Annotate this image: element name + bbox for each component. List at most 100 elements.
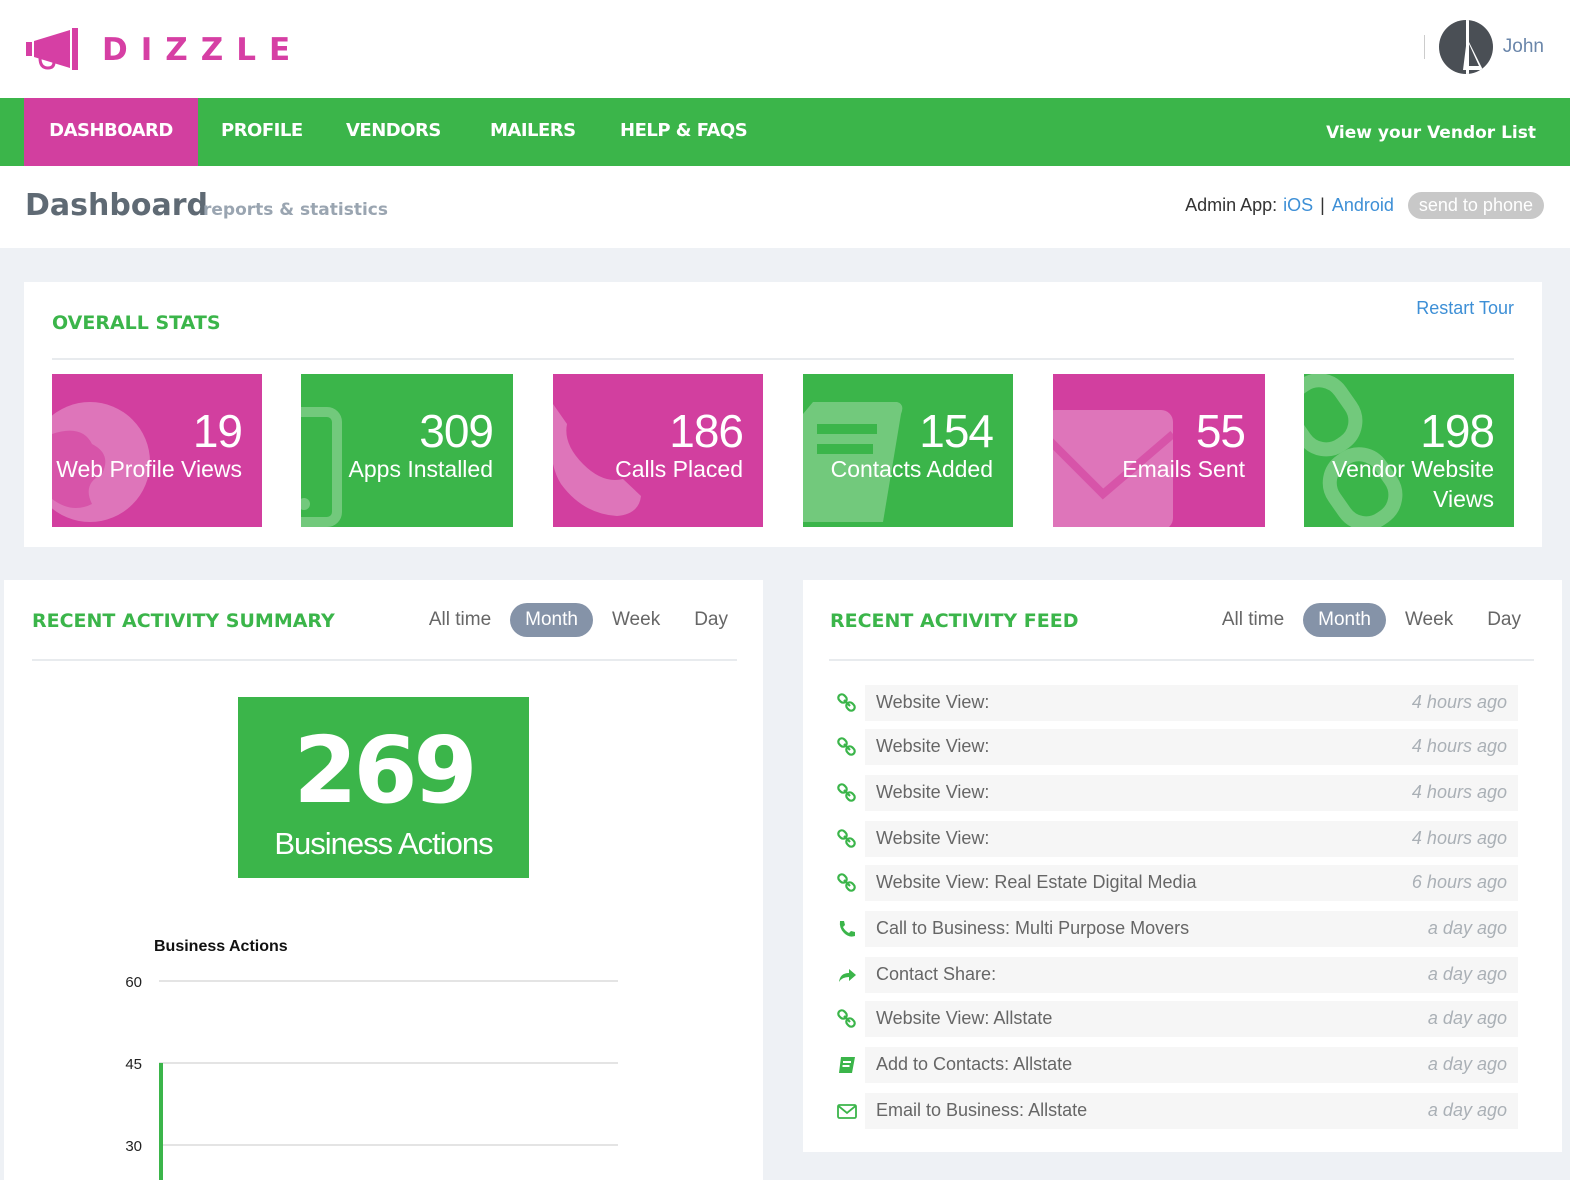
stat-label: Contacts Added — [830, 456, 993, 482]
feed-time-filter: All time Month Week Day — [1203, 603, 1536, 637]
stat-tile-emails-sent[interactable]: 55 Emails Sent — [1053, 374, 1265, 527]
nav-item-help-faqs[interactable]: HELP & FAQS — [620, 98, 748, 166]
page-title-bar: Dashboard reports & statistics Admin App… — [0, 166, 1570, 248]
divider — [52, 358, 1514, 360]
filter-week[interactable]: Week — [1390, 603, 1468, 637]
feed-item[interactable]: Add to Contacts: Allstate a day ago — [829, 1047, 1518, 1083]
user-name[interactable]: John — [1503, 36, 1544, 58]
recent-activity-summary-title: RECENT ACTIVITY SUMMARY — [32, 610, 335, 632]
feed-item-time: a day ago — [1427, 918, 1507, 938]
summary-time-filter: All time Month Week Day — [410, 603, 743, 637]
stat-value: 309 — [419, 405, 494, 457]
feed-item-time: a day ago — [1427, 1008, 1507, 1028]
filter-all-time[interactable]: All time — [414, 603, 506, 637]
filter-week[interactable]: Week — [597, 603, 675, 637]
nav-item-profile[interactable]: PROFILE — [221, 98, 303, 166]
feed-item-time: 4 hours ago — [1411, 692, 1507, 712]
link-icon — [837, 873, 857, 893]
recent-activity-summary-panel: RECENT ACTIVITY SUMMARY All time Month W… — [4, 580, 763, 1180]
stat-value: 198 — [1420, 405, 1495, 457]
nav-item-dashboard[interactable]: DASHBOARD — [24, 98, 198, 166]
nav-item-vendors[interactable]: VENDORS — [346, 98, 441, 166]
y-tick-label: 45 — [125, 1056, 142, 1073]
admin-app-links: Admin App: iOS | Android send to phone — [1185, 192, 1544, 219]
feed-item[interactable]: Website View: Real Estate Digital Media 6… — [829, 865, 1518, 901]
recent-activity-feed-panel: RECENT ACTIVITY FEED All time Month Week… — [803, 580, 1562, 1152]
send-to-phone-button[interactable]: send to phone — [1407, 192, 1544, 219]
feed-item-time: 4 hours ago — [1411, 736, 1507, 756]
feed-item[interactable]: Website View: 4 hours ago — [829, 729, 1518, 765]
feed-item-text: Email to Business: Allstate — [876, 1100, 1088, 1120]
user-menu[interactable]: John — [1423, 20, 1544, 74]
divider — [829, 659, 1534, 661]
stat-value: 19 — [192, 405, 243, 457]
stat-tile-apps-installed[interactable]: 309 Apps Installed — [301, 374, 513, 527]
android-link[interactable]: Android — [1332, 195, 1394, 216]
nav-item-mailers[interactable]: MAILERS — [490, 98, 576, 166]
business-actions-value: 269 — [293, 717, 477, 824]
y-tick-label: 30 — [125, 1138, 142, 1155]
feed-item-body: Add to Contacts: Allstate a day ago — [865, 1047, 1518, 1083]
feed-item-text: Website View: — [876, 692, 990, 712]
address-book-icon — [837, 1055, 857, 1075]
feed-item[interactable]: Website View: 4 hours ago — [829, 685, 1518, 721]
feed-item-body: Website View: Allstate a day ago — [865, 1001, 1518, 1037]
stat-tile-calls-placed[interactable]: 186 Calls Placed — [553, 374, 763, 527]
feed-item[interactable]: Call to Business: Multi Purpose Movers a … — [829, 911, 1518, 947]
feed-item[interactable]: Website View: 4 hours ago — [829, 821, 1518, 857]
filter-month[interactable]: Month — [510, 603, 593, 637]
filter-all-time[interactable]: All time — [1207, 603, 1299, 637]
phone-icon — [553, 404, 641, 516]
stat-label: Calls Placed — [615, 456, 743, 482]
y-tick-label: 60 — [125, 974, 142, 991]
feed-item[interactable]: Email to Business: Allstate a day ago — [829, 1093, 1518, 1129]
overall-stats-title: OVERALL STATS — [52, 312, 221, 334]
divider — [1423, 35, 1425, 59]
stat-tile-web-profile-views[interactable]: 19 Web Profile Views — [52, 374, 262, 527]
feed-item[interactable]: Contact Share: a day ago — [829, 957, 1518, 993]
link-icon — [837, 693, 857, 713]
page-title: Dashboard — [25, 188, 208, 223]
stat-tile-vendor-website-views[interactable]: 198 Vendor Website Views — [1304, 374, 1514, 527]
mobile-icon — [301, 407, 342, 527]
stat-label: Vendor Website Views — [1332, 456, 1494, 512]
link-icon — [837, 783, 857, 803]
megaphone-icon — [26, 28, 78, 70]
feed-item-text: Contact Share: — [876, 964, 997, 984]
filter-day[interactable]: Day — [679, 603, 743, 637]
feed-item-time: a day ago — [1427, 1100, 1507, 1120]
link-separator: | — [1320, 195, 1325, 215]
feed-item-time: a day ago — [1427, 1054, 1507, 1074]
feed-item-text: Website View: — [876, 828, 990, 848]
ios-link[interactable]: iOS — [1283, 195, 1313, 216]
link-icon — [837, 737, 857, 757]
page-subtitle: reports & statistics — [203, 200, 388, 220]
stat-label: Emails Sent — [1122, 456, 1245, 482]
view-vendor-list-link[interactable]: View your Vendor List — [1326, 98, 1536, 168]
feed-item-body: Contact Share: a day ago — [865, 957, 1518, 993]
feed-item-body: Website View: 4 hours ago — [865, 729, 1518, 765]
logo[interactable]: DIZZLE — [26, 28, 303, 72]
business-actions-total: 269 Business Actions — [238, 697, 529, 878]
chart-title: Business Actions — [154, 938, 288, 955]
envelope-icon — [1053, 410, 1176, 527]
filter-day[interactable]: Day — [1472, 603, 1536, 637]
feed-item-time: 6 hours ago — [1411, 872, 1507, 892]
feed-item[interactable]: Website View: 4 hours ago — [829, 775, 1518, 811]
feed-item-time: a day ago — [1427, 964, 1507, 984]
stat-value: 154 — [919, 405, 994, 457]
stat-label: Web Profile Views — [56, 456, 242, 482]
filter-month[interactable]: Month — [1303, 603, 1386, 637]
restart-tour-link[interactable]: Restart Tour — [1416, 298, 1514, 319]
globe-icon — [52, 402, 150, 522]
business-actions-chart: 60 45 30 — [125, 974, 618, 1180]
stat-value: 55 — [1195, 405, 1246, 457]
avatar[interactable] — [1438, 20, 1493, 74]
feed-item-text: Call to Business: Multi Purpose Movers — [876, 918, 1190, 938]
feed-item-text: Website View: Real Estate Digital Media — [876, 872, 1197, 892]
main-nav: DASHBOARD PROFILE VENDORS MAILERS HELP &… — [0, 98, 1570, 166]
stat-value: 186 — [669, 405, 744, 457]
stat-tile-contacts-added[interactable]: 154 Contacts Added — [803, 374, 1013, 527]
feed-item[interactable]: Website View: Allstate a day ago — [829, 1001, 1518, 1037]
app-header: DIZZLE John — [0, 0, 1570, 98]
